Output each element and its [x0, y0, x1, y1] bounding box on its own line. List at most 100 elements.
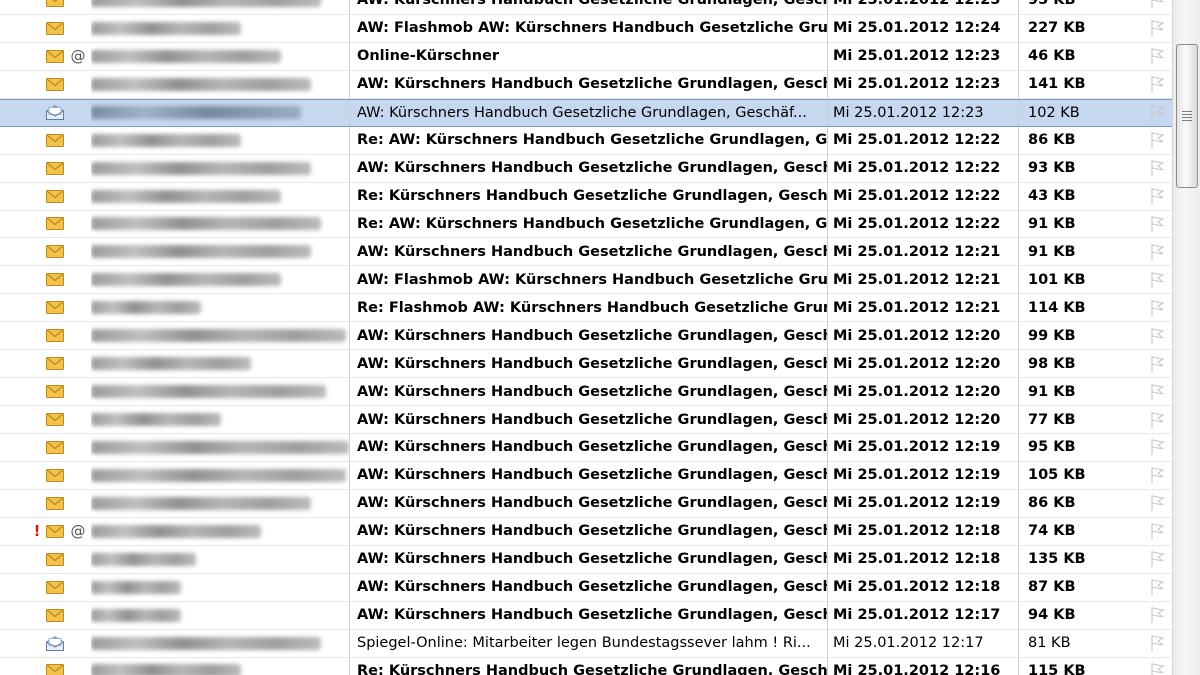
attachment-cell [70, 238, 86, 265]
flag-icon[interactable] [1146, 406, 1168, 433]
message-subject: Re: Kürschners Handbuch Gesetzliche Grun… [357, 182, 828, 210]
message-row[interactable]: @ Online-Kürschner Mi 25.01.2012 12:23 46 K… [0, 42, 1172, 71]
sender-redacted [91, 489, 350, 517]
flag-icon[interactable] [1146, 490, 1168, 517]
flag-icon[interactable] [1146, 43, 1168, 70]
flag-icon[interactable] [1146, 518, 1168, 545]
envelope-closed-icon [44, 658, 66, 675]
message-row[interactable]: AW: Kürschners Handbuch Gesetzliche Grun… [0, 573, 1172, 602]
flag-icon[interactable] [1146, 434, 1168, 461]
sender-redacted [91, 545, 350, 573]
sender-redacted [91, 461, 350, 489]
message-date: Mi 25.01.2012 12:17 [833, 629, 1019, 657]
message-row[interactable]: AW: Kürschners Handbuch Gesetzliche Grun… [0, 70, 1172, 99]
blurred-sender-name [91, 413, 221, 427]
scrollbar-thumb[interactable] [1176, 44, 1198, 188]
message-row[interactable]: AW: Kürschners Handbuch Gesetzliche Grun… [0, 489, 1172, 518]
message-row[interactable]: AW: Kürschners Handbuch Gesetzliche Grun… [0, 154, 1172, 183]
flag-icon[interactable] [1146, 574, 1168, 601]
message-row[interactable]: ! @ AW: Kürschners Handbuch Gesetzliche Gr… [0, 517, 1172, 546]
message-size: 77 KB [1028, 411, 1076, 428]
message-row[interactable]: AW: Kürschners Handbuch Gesetzliche Grun… [0, 322, 1172, 351]
flag-icon[interactable] [1146, 15, 1168, 42]
envelope-closed-icon [44, 71, 66, 98]
sender-redacted [91, 154, 350, 182]
message-list[interactable]: AW: Kürschners Handbuch Gesetzliche Grun… [0, 0, 1172, 675]
flag-icon[interactable] [1146, 211, 1168, 238]
blurred-sender-name [91, 21, 241, 35]
message-row[interactable]: Re: Kürschners Handbuch Gesetzliche Grun… [0, 182, 1172, 211]
envelope-open-icon [44, 100, 66, 126]
message-row[interactable]: Spiegel-Online: Mitarbeiter legen Bundes… [0, 629, 1172, 658]
envelope-closed-icon [44, 0, 66, 14]
envelope-closed-icon [44, 462, 66, 489]
sender-redacted [91, 629, 350, 657]
envelope-closed-icon [44, 322, 66, 349]
message-row[interactable]: AW: Kürschners Handbuch Gesetzliche Grun… [0, 350, 1172, 379]
importance-cell [30, 322, 44, 349]
vertical-scrollbar[interactable] [1172, 0, 1200, 675]
flag-icon[interactable] [1146, 546, 1168, 573]
message-row[interactable]: AW: Kürschners Handbuch Gesetzliche Grun… [0, 98, 1172, 127]
message-row[interactable]: AW: Kürschners Handbuch Gesetzliche Grun… [0, 461, 1172, 490]
message-date: Mi 25.01.2012 12:18 [833, 545, 1019, 573]
message-row[interactable]: Re: Kürschners Handbuch Gesetzliche Grun… [0, 657, 1172, 675]
importance-cell [30, 100, 44, 126]
sender-redacted [91, 182, 350, 210]
flag-icon[interactable] [1146, 183, 1168, 210]
blurred-sender-name [91, 552, 196, 566]
blurred-sender-name [91, 273, 281, 287]
message-row[interactable]: AW: Kürschners Handbuch Gesetzliche Grun… [0, 238, 1172, 267]
message-date: Mi 25.01.2012 12:22 [833, 182, 1019, 210]
flag-icon[interactable] [1146, 602, 1168, 629]
flag-icon[interactable] [1146, 238, 1168, 265]
message-row[interactable]: Re: Flashmob AW: Kürschners Handbuch Ges… [0, 294, 1172, 323]
flag-icon[interactable] [1146, 127, 1168, 154]
flag-icon[interactable] [1146, 294, 1168, 321]
flag-icon[interactable] [1146, 0, 1168, 14]
message-row[interactable]: AW: Kürschners Handbuch Gesetzliche Grun… [0, 545, 1172, 574]
paperclip-icon: @ [70, 47, 86, 66]
message-size: 102 KB [1028, 104, 1080, 121]
flag-icon[interactable] [1146, 155, 1168, 182]
message-size: 74 KB [1028, 523, 1076, 540]
message-row[interactable]: AW: Kürschners Handbuch Gesetzliche Grun… [0, 0, 1172, 15]
importance-cell [30, 434, 44, 461]
flag-icon[interactable] [1146, 630, 1168, 657]
importance-cell [30, 155, 44, 182]
message-date: Mi 25.01.2012 12:18 [833, 573, 1019, 601]
flag-icon[interactable] [1146, 378, 1168, 405]
envelope-closed-icon [44, 574, 66, 601]
attachment-cell [70, 434, 86, 461]
importance-cell [30, 658, 44, 675]
importance-cell [30, 43, 44, 70]
flag-icon[interactable] [1146, 322, 1168, 349]
attachment-cell [70, 602, 86, 629]
message-date: Mi 25.01.2012 12:23 [833, 99, 1019, 126]
envelope-closed-icon [44, 406, 66, 433]
attachment-cell [70, 630, 86, 657]
message-row[interactable]: AW: Kürschners Handbuch Gesetzliche Grun… [0, 378, 1172, 407]
message-row[interactable]: AW: Kürschners Handbuch Gesetzliche Grun… [0, 406, 1172, 434]
message-subject: AW: Kürschners Handbuch Gesetzliche Grun… [357, 573, 828, 601]
message-size: 81 KB [1028, 635, 1071, 652]
message-row[interactable]: Re: AW: Kürschners Handbuch Gesetzliche … [0, 210, 1172, 239]
importance-cell [30, 602, 44, 629]
message-row[interactable]: AW: Flashmob AW: Kürschners Handbuch Ges… [0, 14, 1172, 43]
flag-icon[interactable] [1146, 266, 1168, 293]
flag-icon[interactable] [1146, 462, 1168, 489]
message-row[interactable]: Re: AW: Kürschners Handbuch Gesetzliche … [0, 126, 1172, 155]
blurred-sender-name [91, 77, 311, 91]
flag-icon[interactable] [1146, 100, 1168, 126]
blurred-sender-name [91, 329, 346, 343]
message-row[interactable]: AW: Flashmob AW: Kürschners Handbuch Ges… [0, 266, 1172, 295]
flag-icon[interactable] [1146, 658, 1168, 675]
importance-cell [30, 406, 44, 433]
message-row[interactable]: AW: Kürschners Handbuch Gesetzliche Grun… [0, 434, 1172, 462]
message-row[interactable]: AW: Kürschners Handbuch Gesetzliche Grun… [0, 601, 1172, 630]
sender-redacted [91, 99, 350, 126]
flag-icon[interactable] [1146, 71, 1168, 98]
flag-icon[interactable] [1146, 350, 1168, 377]
attachment-cell [70, 406, 86, 433]
envelope-closed-icon [44, 183, 66, 210]
